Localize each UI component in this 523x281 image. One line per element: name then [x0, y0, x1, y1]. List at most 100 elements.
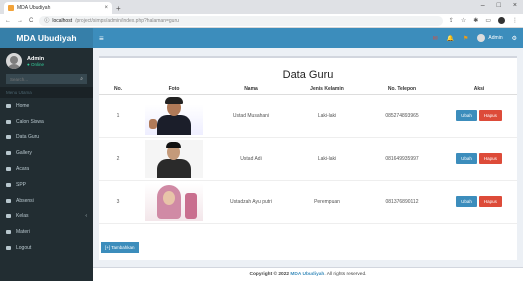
table-row: 3 Ustadzah Ayu putri Perempuan 081376890… — [99, 180, 517, 224]
col-header: Nama — [211, 85, 291, 95]
user-avatar-small — [477, 34, 486, 42]
sidebar-item-absensi[interactable]: Absensi — [0, 193, 93, 209]
favicon-icon — [8, 5, 14, 11]
user-status: ● Online — [27, 61, 44, 67]
navbar-right: ✉ 🔔 ⚑ Admin ⚙ — [433, 34, 517, 42]
cell-actions: Ubah Hapus — [441, 94, 517, 138]
content-box: Data Guru No. Foto Nama Jenis Kelamin No… — [99, 56, 517, 260]
browser-tab[interactable]: MDA Ubudiyah × — [4, 2, 112, 14]
reload-icon[interactable]: C — [29, 18, 33, 24]
cell-actions: Ubah Hapus — [441, 180, 517, 224]
sidebar-item-label: Absensi — [16, 197, 34, 204]
share-icon[interactable]: ⇪ — [449, 17, 454, 24]
cell-no: 2 — [99, 137, 137, 181]
teacher-photo — [145, 96, 203, 135]
col-header: Aksi — [441, 85, 517, 95]
page-footer: Copyright © 2022 MDA Ubudiyah. All right… — [93, 267, 523, 281]
app-logo[interactable]: MDA Ubudiyah — [0, 28, 93, 48]
extensions-icon[interactable]: ✱ — [473, 17, 478, 24]
logout-icon — [6, 246, 11, 251]
notifications-icon[interactable]: 🔔 — [447, 35, 454, 42]
add-teacher-button[interactable]: [+] Tambahkan — [101, 242, 139, 253]
profile-icon[interactable] — [498, 17, 505, 24]
cell-no: 3 — [99, 180, 137, 224]
bookmark-star-icon[interactable]: ☆ — [461, 17, 466, 24]
avatar — [6, 53, 22, 69]
app: MDA Ubudiyah Admin ● Online ⌕ Menu Utama… — [0, 28, 523, 281]
sidebar-item-data-guru[interactable]: Data Guru — [0, 130, 93, 146]
col-header: Foto — [137, 85, 211, 95]
footer-brand-link[interactable]: MDA Ubudiyah — [290, 272, 324, 277]
edit-button[interactable]: Ubah — [456, 153, 477, 164]
cell-phone: 081649935997 — [363, 137, 441, 181]
users-icon — [6, 135, 11, 140]
sidebar-item-materi[interactable]: Materi — [0, 224, 93, 240]
tasks-flag-icon[interactable]: ⚑ — [463, 35, 468, 42]
book-icon — [6, 230, 11, 235]
gallery-icon — [6, 151, 11, 156]
sidebar-item-logout[interactable]: Logout — [0, 240, 93, 256]
menu-kebab-icon[interactable]: ⋮ — [512, 17, 518, 24]
page-title: Data Guru — [282, 69, 334, 81]
new-tab-icon[interactable]: + — [116, 4, 121, 13]
top-navbar: ≡ ✉ 🔔 ⚑ Admin ⚙ — [93, 28, 523, 48]
main-content: ≡ ✉ 🔔 ⚑ Admin ⚙ Data Guru No. Foto Nama … — [93, 28, 523, 281]
browser-tabbar: MDA Ubudiyah × + – □ × — [0, 0, 523, 14]
sidebar-item-label: Home — [16, 102, 30, 109]
delete-button[interactable]: Hapus — [478, 153, 502, 164]
menu-header: Menu Utama — [0, 87, 93, 98]
close-tab-icon[interactable]: × — [104, 5, 108, 11]
edit-button[interactable]: Ubah — [456, 196, 477, 207]
calendar-icon — [6, 167, 11, 172]
forward-icon[interactable]: → — [17, 18, 23, 24]
tab-title: MDA Ubudiyah — [17, 5, 51, 11]
sidebar-item-acara[interactable]: Acara — [0, 161, 93, 177]
delete-button[interactable]: Hapus — [478, 110, 502, 121]
back-icon[interactable]: ← — [5, 18, 11, 24]
search-icon[interactable]: ⌕ — [80, 76, 83, 82]
sidebar-item-home[interactable]: Home — [0, 98, 93, 114]
sidebar-item-label: Calon Siswa — [16, 118, 44, 125]
cell-name: Ustad Musahani — [211, 94, 291, 138]
money-icon — [6, 182, 11, 187]
sidebar-item-spp[interactable]: SPP — [0, 177, 93, 193]
url-field[interactable]: ⓘ localhost/project/simps/admin/index.ph… — [39, 15, 443, 26]
teacher-table: No. Foto Nama Jenis Kelamin No. Telepon … — [99, 85, 517, 224]
footer-copyright: Copyright © 2022 — [249, 272, 290, 277]
cell-gender: Perempuan — [291, 180, 363, 224]
url-host: localhost — [52, 17, 73, 24]
cell-gender: Laki-laki — [291, 137, 363, 181]
class-icon — [6, 214, 11, 219]
col-header: No. Telepon — [363, 85, 441, 95]
maximize-icon[interactable]: □ — [497, 2, 501, 9]
hamburger-menu-icon[interactable]: ≡ — [99, 34, 104, 43]
col-header: Jenis Kelamin — [291, 85, 363, 95]
table-row: 1 Ustad Musahani Laki-laki 085274893965 … — [99, 94, 517, 138]
cell-photo — [137, 180, 211, 224]
sidebar-item-label: Logout — [16, 245, 32, 252]
sidepanel-icon[interactable]: ▭ — [485, 17, 491, 24]
sidebar-item-gallery[interactable]: Gallery — [0, 145, 93, 161]
cell-name: Ustadzah Ayu putri — [211, 180, 291, 224]
window-controls: – □ × — [481, 2, 517, 9]
footer-rights: . All rights reserved. — [324, 272, 367, 277]
sidebar-search: ⌕ — [6, 74, 87, 84]
settings-gear-icon[interactable]: ⚙ — [512, 35, 517, 42]
sidebar-item-calon-siswa[interactable]: Calon Siswa — [0, 114, 93, 130]
edit-button[interactable]: Ubah — [456, 110, 477, 121]
url-path: /project/simps/admin/index.php?halaman=g… — [75, 17, 179, 24]
close-window-icon[interactable]: × — [513, 2, 517, 9]
minimize-icon[interactable]: – — [481, 2, 485, 9]
sidebar-item-label: Kelas — [16, 213, 29, 220]
table-header-row: No. Foto Nama Jenis Kelamin No. Telepon … — [99, 85, 517, 95]
info-icon: ⓘ — [44, 18, 50, 24]
user-status-label: Online — [30, 61, 44, 67]
sidebar-item-label: Gallery — [16, 150, 32, 157]
messages-icon[interactable]: ✉ — [433, 35, 438, 42]
search-input[interactable] — [10, 76, 70, 82]
delete-button[interactable]: Hapus — [478, 196, 502, 207]
sidebar-item-kelas[interactable]: Kelas ‹ — [0, 209, 93, 225]
col-header: No. — [99, 85, 137, 95]
user-menu[interactable]: Admin — [477, 34, 503, 42]
teacher-photo — [145, 182, 203, 221]
